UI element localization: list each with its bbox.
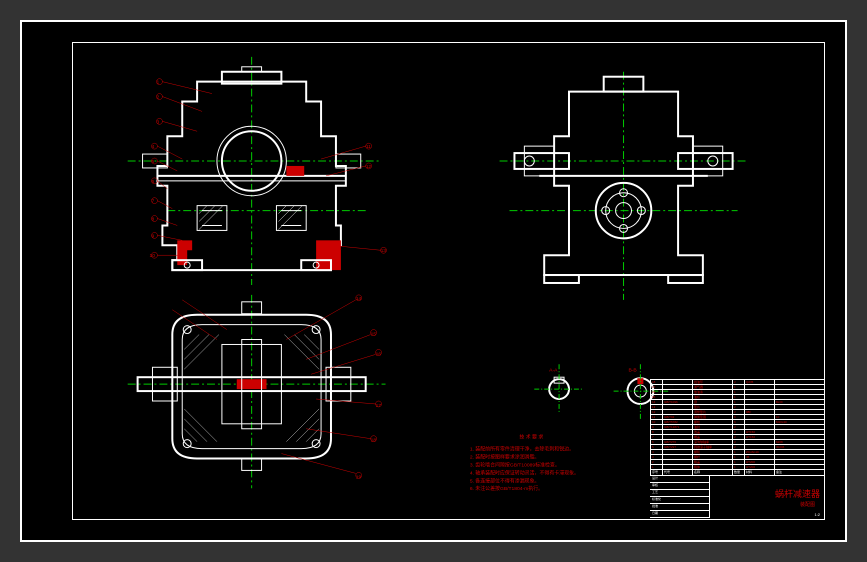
svg-text:1: 1: [156, 80, 159, 86]
title-fields: 设计审核工艺标准化批准日期: [650, 476, 710, 521]
nameplate: 设计审核工艺标准化批准日期 蜗杆减速器 装配图 1:2: [650, 475, 825, 520]
svg-text:B-B: B-B: [628, 367, 637, 373]
front-section-view: [128, 57, 381, 285]
side-elevation-view: [500, 72, 748, 300]
svg-text:10: 10: [150, 253, 156, 259]
svg-text:11: 11: [366, 144, 371, 150]
balloon-numbers-front: 1 2 3 4 5 6 7 8 9 10 11 12 13: [150, 80, 387, 260]
svg-text:5. 各连接部位不得有渗漏现象。: 5. 各连接部位不得有渗漏现象。: [470, 477, 540, 484]
svg-text:9: 9: [151, 233, 154, 239]
parts-list: 序号代号名称数量材料备注1箱体1HT2002箱盖1HT2003蜗杆1454蜗轮1…: [650, 385, 825, 475]
svg-text:13: 13: [381, 248, 387, 254]
svg-text:6. 未注公差按GB/T1804-m执行。: 6. 未注公差按GB/T1804-m执行。: [470, 485, 543, 492]
svg-text:14: 14: [356, 296, 362, 302]
svg-text:4: 4: [151, 144, 154, 150]
svg-text:17: 17: [376, 403, 382, 409]
drawing-sheet: 1 2 3 4 5 6 7 8 9 10 11 12 13 14 15 16 1…: [72, 42, 825, 520]
svg-text:19: 19: [356, 474, 362, 480]
svg-text:7: 7: [151, 199, 154, 205]
detail-a: A-A: [534, 364, 584, 414]
svg-text:16: 16: [376, 351, 382, 357]
svg-text:5: 5: [151, 159, 154, 165]
svg-text:3. 齿轮啮合间隙按GB/T10089标准检查。: 3. 齿轮啮合间隙按GB/T10089标准检查。: [470, 461, 560, 468]
svg-text:技 术 要 求: 技 术 要 求: [519, 434, 543, 441]
svg-text:2. 装配时按图样要求涂润滑脂。: 2. 装配时按图样要求涂润滑脂。: [470, 454, 540, 461]
svg-text:3: 3: [156, 119, 159, 125]
svg-text:1. 装配前所有零件清理干净，去除毛刺和锐边。: 1. 装配前所有零件清理干净，去除毛刺和锐边。: [470, 446, 574, 453]
drawing-subtitle: 装配图: [800, 501, 815, 508]
svg-text:8: 8: [151, 217, 154, 223]
drawing-title: 蜗杆减速器: [775, 487, 820, 500]
svg-text:12: 12: [366, 164, 372, 170]
svg-text:6: 6: [151, 179, 154, 185]
svg-text:4. 轴承装配时应保证转动灵活，不得有卡滞现象。: 4. 轴承装配时应保证转动灵活，不得有卡滞现象。: [470, 469, 579, 476]
balloons-top: [172, 295, 381, 478]
svg-text:A-A: A-A: [549, 367, 558, 373]
svg-text:18: 18: [371, 438, 377, 444]
svg-text:2: 2: [156, 95, 159, 101]
balloon-numbers-top: 14 15 16 17 18 19: [356, 296, 382, 481]
scale-label: 1:2: [814, 512, 820, 517]
cad-window: 1 2 3 4 5 6 7 8 9 10 11 12 13 14 15 16 1…: [20, 20, 847, 542]
title-block: 序号代号名称数量材料备注1箱体1HT2002箱盖1HT2003蜗杆1454蜗轮1…: [650, 385, 825, 520]
svg-text:15: 15: [371, 332, 377, 338]
top-section-view: [128, 295, 386, 488]
tech-notes: 技 术 要 求 1. 装配前所有零件清理干净，去除毛刺和锐边。 2. 装配时按图…: [470, 434, 579, 493]
